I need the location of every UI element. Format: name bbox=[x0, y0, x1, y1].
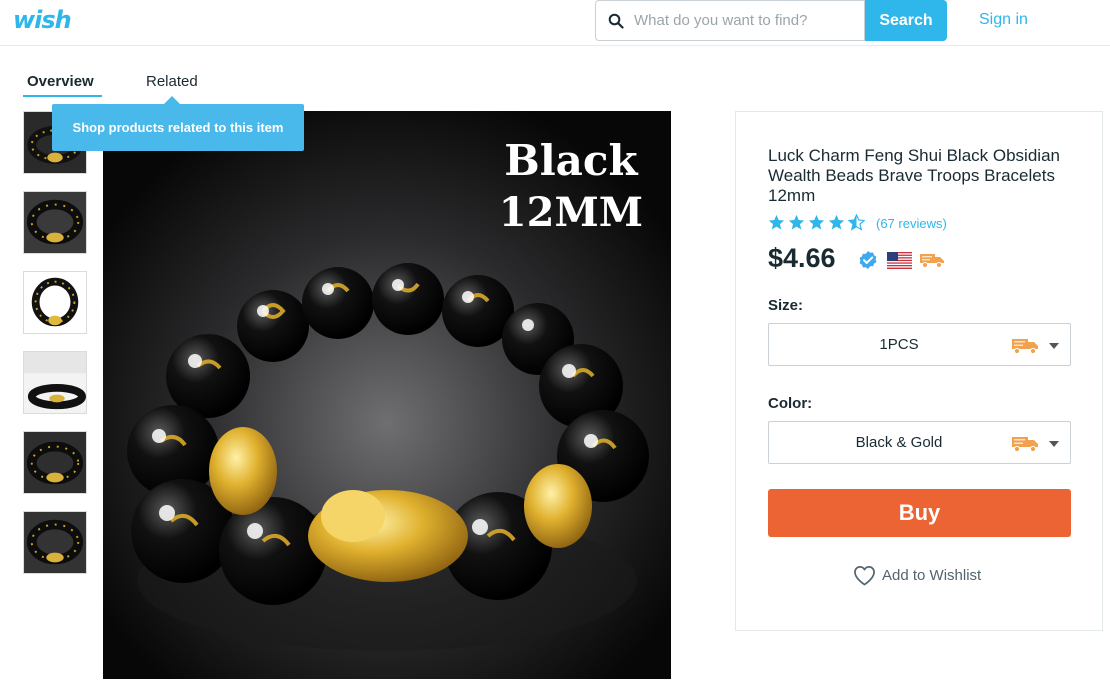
color-label: Color: bbox=[768, 395, 813, 412]
verified-badge-icon bbox=[859, 251, 877, 269]
color-select[interactable]: Black & Gold bbox=[768, 421, 1071, 464]
thumbnail-3[interactable] bbox=[23, 271, 87, 334]
bracelet-thumb-6 bbox=[24, 512, 86, 573]
star-icon bbox=[768, 214, 785, 230]
bracelet-thumb-4 bbox=[24, 352, 86, 413]
thumbnail-4[interactable] bbox=[23, 351, 87, 414]
sign-in-link[interactable]: Sign in bbox=[979, 11, 1028, 29]
active-tab-indicator bbox=[23, 95, 102, 97]
wishlist-label: Add to Wishlist bbox=[882, 567, 982, 584]
image-caption: Black 12MM bbox=[499, 135, 643, 238]
bracelet-thumb-3 bbox=[24, 272, 86, 333]
half-star-icon bbox=[848, 214, 865, 231]
us-flag-icon bbox=[887, 252, 912, 269]
main-product-image: Black 12MM bbox=[103, 111, 671, 679]
tooltip-arrow bbox=[164, 96, 180, 104]
heart-icon bbox=[854, 566, 875, 586]
buy-button[interactable]: Buy bbox=[768, 489, 1071, 537]
shipping-truck-icon bbox=[1012, 339, 1038, 354]
tab-overview[interactable]: Overview bbox=[27, 73, 94, 90]
product-panel: Luck Charm Feng Shui Black Obsidian Weal… bbox=[735, 111, 1103, 631]
star-icon bbox=[788, 214, 805, 230]
chevron-down-icon bbox=[1049, 343, 1059, 349]
search-box bbox=[595, 0, 865, 41]
size-label: Size: bbox=[768, 297, 804, 314]
size-value: 1PCS bbox=[879, 336, 919, 353]
shipping-truck-icon bbox=[920, 254, 944, 268]
rating-stars bbox=[768, 214, 865, 231]
caption-size: 12MM bbox=[498, 188, 643, 236]
top-header: wish Search Sign in bbox=[0, 0, 1110, 46]
chevron-down-icon bbox=[1049, 441, 1059, 447]
search-icon bbox=[608, 13, 624, 29]
shipping-truck-icon bbox=[1012, 437, 1038, 452]
color-value: Black & Gold bbox=[855, 434, 943, 451]
size-select[interactable]: 1PCS bbox=[768, 323, 1071, 366]
thumbnail-2[interactable] bbox=[23, 191, 87, 254]
star-icon bbox=[828, 214, 845, 230]
bracelet-thumb-2 bbox=[24, 192, 86, 253]
wish-logo[interactable]: wish bbox=[13, 6, 72, 34]
caption-color: Black bbox=[504, 136, 638, 185]
bracelet-thumb-5 bbox=[24, 432, 86, 493]
thumbnail-6[interactable] bbox=[23, 511, 87, 574]
add-to-wishlist-button[interactable]: Add to Wishlist bbox=[853, 565, 981, 586]
related-tooltip: Shop products related to this item bbox=[52, 104, 304, 151]
product-title: Luck Charm Feng Shui Black Obsidian Weal… bbox=[768, 146, 1060, 205]
reviews-link[interactable]: (67 reviews) bbox=[876, 216, 947, 231]
thumbnail-5[interactable] bbox=[23, 431, 87, 494]
search-input[interactable] bbox=[634, 1, 859, 40]
product-price: $4.66 bbox=[768, 243, 836, 273]
tab-related[interactable]: Related bbox=[146, 73, 198, 90]
star-icon bbox=[808, 214, 825, 230]
search-button[interactable]: Search bbox=[865, 0, 947, 41]
